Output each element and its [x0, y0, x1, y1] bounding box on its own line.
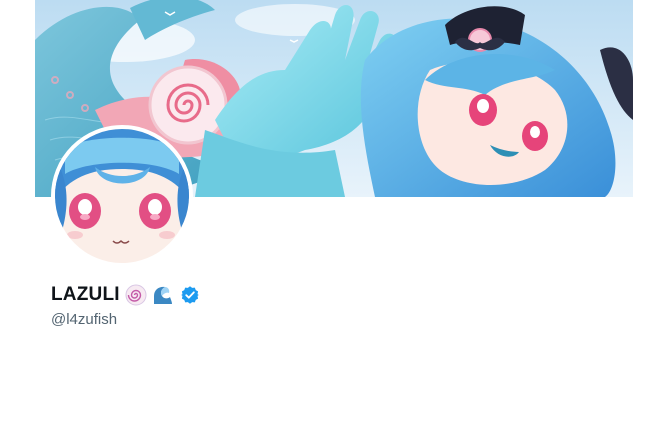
wave-emoji-icon [152, 284, 174, 306]
display-name: LAZULI [51, 284, 120, 305]
swirl-candy-emoji-icon [125, 284, 147, 306]
avatar[interactable] [51, 125, 193, 267]
user-handle: @l4zufish [51, 311, 118, 328]
verified-badge-icon[interactable] [180, 285, 200, 305]
avatar-image [55, 129, 189, 263]
profile-header: LAZULI @l4zufish [0, 0, 662, 443]
name-row: LAZULI [51, 282, 200, 308]
